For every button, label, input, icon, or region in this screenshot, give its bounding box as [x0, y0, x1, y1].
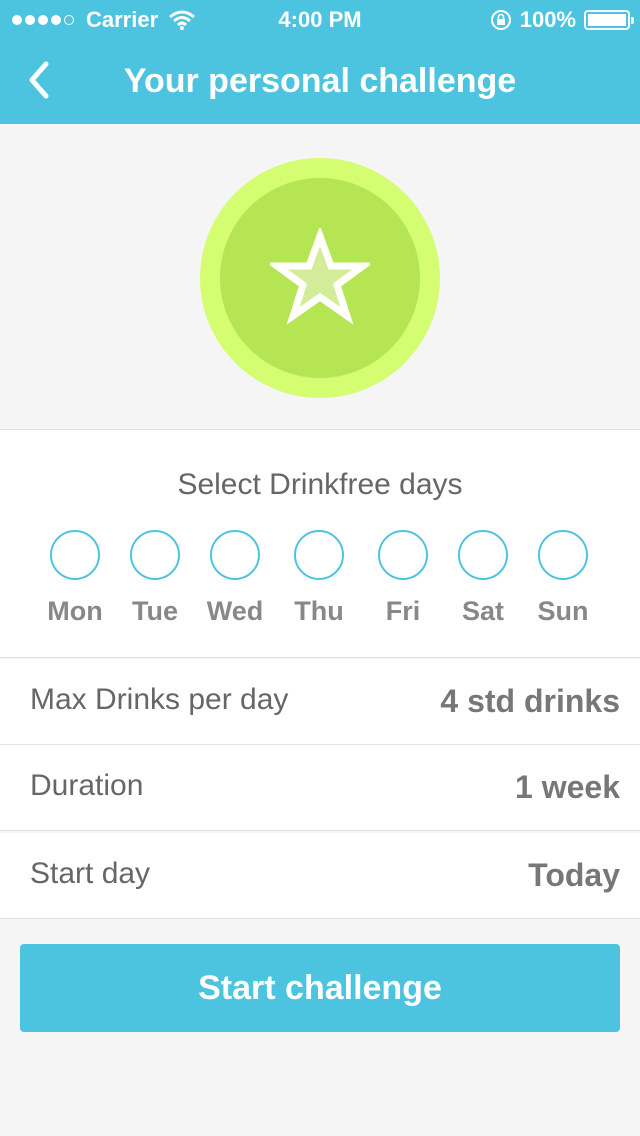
challenge-badge-inner: [220, 178, 420, 378]
day-sat[interactable]: Sat: [438, 530, 528, 627]
day-label: Tue: [132, 596, 178, 626]
day-label: Sat: [461, 596, 505, 626]
challenge-badge-section: [0, 124, 640, 430]
day-toggle-circle[interactable]: [130, 530, 180, 580]
page-title: Your personal challenge: [123, 62, 517, 100]
day-toggle-circle[interactable]: [294, 530, 344, 580]
day-toggle-circle[interactable]: [50, 530, 100, 580]
day-toggle-circle[interactable]: [210, 530, 260, 580]
battery-icon: [584, 10, 634, 30]
header: Carrier 4:00 PM 100% Your personal chall…: [0, 0, 640, 124]
day-sun[interactable]: Sun: [518, 530, 608, 627]
day-label: Mon: [47, 596, 103, 626]
day-tue[interactable]: Tue: [110, 530, 200, 627]
setting-label: Start day: [30, 857, 151, 890]
rotation-lock-icon: [490, 10, 511, 30]
day-mon[interactable]: Mon: [30, 530, 120, 627]
day-wed[interactable]: Wed: [190, 530, 280, 627]
duration-row[interactable]: Duration 1 week: [0, 745, 640, 831]
day-label: Wed: [206, 596, 264, 626]
nav-bar: Your personal challenge: [0, 40, 640, 124]
day-label: Sun: [537, 596, 589, 626]
day-thu[interactable]: Thu: [274, 530, 364, 627]
star-icon: [270, 228, 370, 325]
setting-value: Today: [528, 857, 620, 893]
status-right: 100%: [490, 7, 634, 33]
day-label: Fri: [385, 596, 421, 626]
start-challenge-button[interactable]: Start challenge: [20, 944, 620, 1032]
day-toggle-circle[interactable]: [378, 530, 428, 580]
setting-value: 1 week: [515, 769, 620, 805]
setting-label: Duration: [30, 769, 144, 802]
day-label: Thu: [294, 596, 344, 626]
status-bar: Carrier 4:00 PM 100%: [0, 0, 640, 40]
day-toggle-circle[interactable]: [458, 530, 508, 580]
setting-label: Max Drinks per day: [30, 683, 289, 716]
max-drinks-row[interactable]: Max Drinks per day 4 std drinks: [0, 659, 640, 745]
day-fri[interactable]: Fri: [358, 530, 448, 627]
days-title: Select Drinkfree days: [177, 468, 463, 501]
battery-label: 100%: [519, 7, 576, 32]
setting-value: 4 std drinks: [440, 683, 620, 719]
drinkfree-days-section: Select Drinkfree days Mon Tue Wed Thu Fr…: [0, 430, 640, 658]
challenge-badge: [200, 158, 440, 398]
start-day-row[interactable]: Start day Today: [0, 833, 640, 919]
day-toggle-circle[interactable]: [538, 530, 588, 580]
